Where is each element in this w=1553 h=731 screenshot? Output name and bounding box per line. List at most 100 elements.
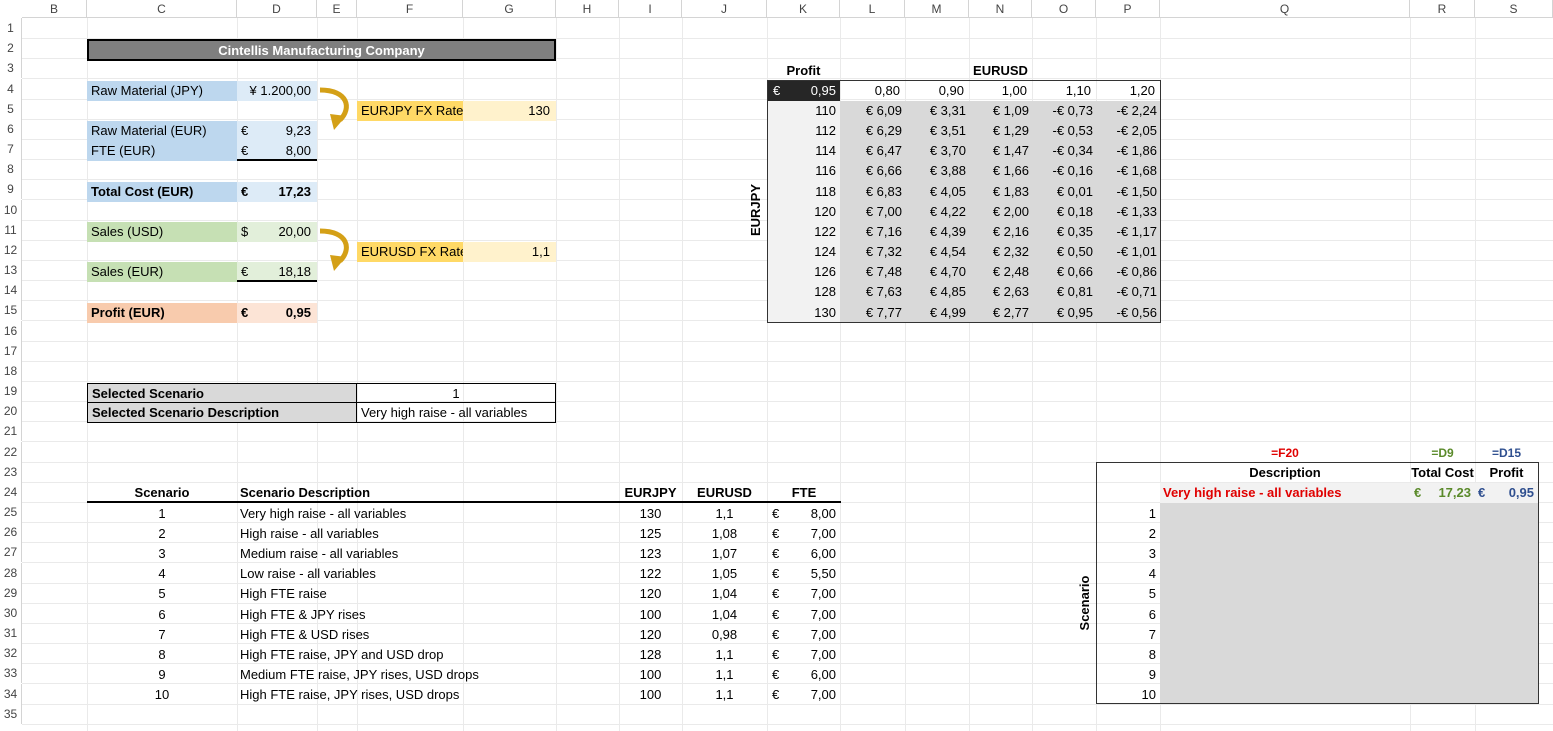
sensitivity-cell[interactable]: -€ 0,53 bbox=[1032, 121, 1096, 141]
scenario-eurusd[interactable]: 1,04 bbox=[682, 584, 767, 604]
row-header[interactable]: 8 bbox=[0, 159, 22, 180]
sensitivity-cell[interactable]: € 1,29 bbox=[969, 121, 1032, 141]
cost-result-value[interactable]: 17,23 bbox=[1428, 483, 1471, 503]
sensitivity-cell[interactable]: -€ 2,24 bbox=[1096, 101, 1160, 121]
row-header[interactable]: 6 bbox=[0, 118, 22, 139]
scenario-fte[interactable]: 7,00 bbox=[786, 524, 836, 544]
sensitivity-cell[interactable]: € 4,22 bbox=[905, 202, 969, 222]
scenario-number[interactable]: 6 bbox=[87, 605, 237, 625]
sensitivity-cell[interactable]: € 2,77 bbox=[969, 303, 1032, 323]
scenario-fte[interactable]: 8,00 bbox=[786, 504, 836, 524]
column-header[interactable]: B bbox=[22, 0, 87, 18]
row-header[interactable]: 23 bbox=[0, 461, 22, 482]
sensitivity-cell[interactable]: € 1,09 bbox=[969, 101, 1032, 121]
row-header[interactable]: 33 bbox=[0, 663, 22, 684]
scenario-eurjpy[interactable]: 125 bbox=[619, 524, 682, 544]
scenario-eurusd[interactable]: 1,08 bbox=[682, 524, 767, 544]
scenario-description[interactable]: High FTE & USD rises bbox=[237, 625, 619, 645]
scenario-fte[interactable]: 7,00 bbox=[786, 584, 836, 604]
scenario-input-number[interactable]: 5 bbox=[1097, 584, 1159, 604]
row-header[interactable]: 31 bbox=[0, 623, 22, 644]
sensitivity-cell[interactable]: € 0,66 bbox=[1032, 262, 1096, 282]
sensitivity-cell[interactable]: € 7,00 bbox=[840, 202, 905, 222]
eurjpy-value[interactable]: 116 bbox=[768, 161, 840, 181]
sensitivity-cell[interactable]: € 1,66 bbox=[969, 161, 1032, 181]
eurjpy-value[interactable]: 124 bbox=[768, 242, 840, 262]
scenario-fte[interactable]: 7,00 bbox=[786, 625, 836, 645]
sensitivity-cell[interactable]: € 7,48 bbox=[840, 262, 905, 282]
selected-description-value[interactable]: Very high raise - all variables bbox=[357, 403, 556, 423]
sensitivity-cell[interactable]: -€ 0,73 bbox=[1032, 101, 1096, 121]
eurjpy-value[interactable]: 114 bbox=[768, 141, 840, 161]
eurjpy-value[interactable]: 130 bbox=[768, 303, 840, 323]
scenario-number[interactable]: 10 bbox=[87, 685, 237, 705]
scenario-number[interactable]: 2 bbox=[87, 524, 237, 544]
row-header[interactable]: 22 bbox=[0, 441, 22, 462]
sensitivity-cell[interactable]: € 1,83 bbox=[969, 182, 1032, 202]
scenario-description[interactable]: Medium FTE raise, JPY rises, USD drops bbox=[237, 665, 619, 685]
column-header[interactable]: C bbox=[87, 0, 237, 18]
column-header[interactable]: M bbox=[905, 0, 969, 18]
sensitivity-cell[interactable]: € 4,70 bbox=[905, 262, 969, 282]
sensitivity-cell[interactable]: € 6,29 bbox=[840, 121, 905, 141]
scenario-fte[interactable]: 6,00 bbox=[786, 544, 836, 564]
profit-value[interactable]: 0,95 bbox=[257, 303, 317, 323]
scenario-description[interactable]: Medium raise - all variables bbox=[237, 544, 619, 564]
scenario-eurjpy[interactable]: 128 bbox=[619, 645, 682, 665]
row-header[interactable]: 32 bbox=[0, 643, 22, 664]
sensitivity-cell[interactable]: -€ 0,71 bbox=[1096, 282, 1160, 302]
row-header[interactable]: 26 bbox=[0, 522, 22, 543]
scenario-eurjpy[interactable]: 120 bbox=[619, 625, 682, 645]
row-header[interactable]: 10 bbox=[0, 199, 22, 220]
row-header[interactable]: 9 bbox=[0, 179, 22, 200]
scenario-description[interactable]: High FTE & JPY rises bbox=[237, 605, 619, 625]
eurjpy-value[interactable]: 112 bbox=[768, 121, 840, 141]
scenario-input-number[interactable]: 8 bbox=[1097, 645, 1159, 665]
scenario-input-number[interactable]: 1 bbox=[1097, 504, 1159, 524]
sensitivity-cell[interactable]: € 0,81 bbox=[1032, 282, 1096, 302]
eurjpy-value[interactable]: 120 bbox=[768, 202, 840, 222]
sensitivity-cell[interactable]: -€ 1,68 bbox=[1096, 161, 1160, 181]
column-header[interactable]: S bbox=[1475, 0, 1553, 18]
row-header[interactable]: 28 bbox=[0, 562, 22, 583]
scenario-number[interactable]: 1 bbox=[87, 504, 237, 524]
scenario-input-number[interactable]: 6 bbox=[1097, 605, 1159, 625]
scenario-number[interactable]: 4 bbox=[87, 564, 237, 584]
scenario-number[interactable]: 7 bbox=[87, 625, 237, 645]
scenario-fte[interactable]: 5,50 bbox=[786, 564, 836, 584]
scenario-eurjpy[interactable]: 100 bbox=[619, 665, 682, 685]
selected-scenario-value[interactable]: 1 bbox=[357, 383, 556, 403]
column-header[interactable]: J bbox=[682, 0, 767, 18]
sensitivity-cell[interactable]: € 0,01 bbox=[1032, 182, 1096, 202]
scenario-fte[interactable]: 6,00 bbox=[786, 665, 836, 685]
sensitivity-cell[interactable]: -€ 0,34 bbox=[1032, 141, 1096, 161]
sensitivity-cell[interactable]: € 7,16 bbox=[840, 222, 905, 242]
scenario-eurjpy[interactable]: 123 bbox=[619, 544, 682, 564]
scenario-eurusd[interactable]: 1,1 bbox=[682, 504, 767, 524]
scenario-eurusd[interactable]: 1,04 bbox=[682, 605, 767, 625]
eurjpy-value[interactable]: 126 bbox=[768, 262, 840, 282]
sensitivity-cell[interactable]: € 2,32 bbox=[969, 242, 1032, 262]
column-header[interactable]: G bbox=[463, 0, 556, 18]
sensitivity-cell[interactable]: € 6,47 bbox=[840, 141, 905, 161]
row-header[interactable]: 1 bbox=[0, 18, 22, 38]
scenario-eurusd[interactable]: 1,1 bbox=[682, 685, 767, 705]
row-header[interactable]: 7 bbox=[0, 139, 22, 160]
scenario-input-number[interactable]: 10 bbox=[1097, 685, 1159, 705]
column-header[interactable]: P bbox=[1096, 0, 1160, 18]
row-header[interactable]: 11 bbox=[0, 219, 22, 240]
scenario-input-number[interactable]: 3 bbox=[1097, 544, 1159, 564]
scenario-eurjpy[interactable]: 100 bbox=[619, 685, 682, 705]
column-header[interactable]: K bbox=[767, 0, 840, 18]
column-header[interactable]: I bbox=[619, 0, 682, 18]
scenario-input-number[interactable]: 9 bbox=[1097, 665, 1159, 685]
scenario-number[interactable]: 5 bbox=[87, 584, 237, 604]
sensitivity-cell[interactable]: € 3,31 bbox=[905, 101, 969, 121]
sales-usd-value[interactable]: 20,00 bbox=[257, 222, 317, 242]
sensitivity-cell[interactable]: € 6,09 bbox=[840, 101, 905, 121]
eurjpy-value[interactable]: 122 bbox=[768, 222, 840, 242]
sensitivity-cell[interactable]: € 0,35 bbox=[1032, 222, 1096, 242]
sensitivity-cell[interactable]: -€ 0,16 bbox=[1032, 161, 1096, 181]
scenario-description[interactable]: High FTE raise, JPY and USD drop bbox=[237, 645, 619, 665]
column-header[interactable]: N bbox=[969, 0, 1032, 18]
